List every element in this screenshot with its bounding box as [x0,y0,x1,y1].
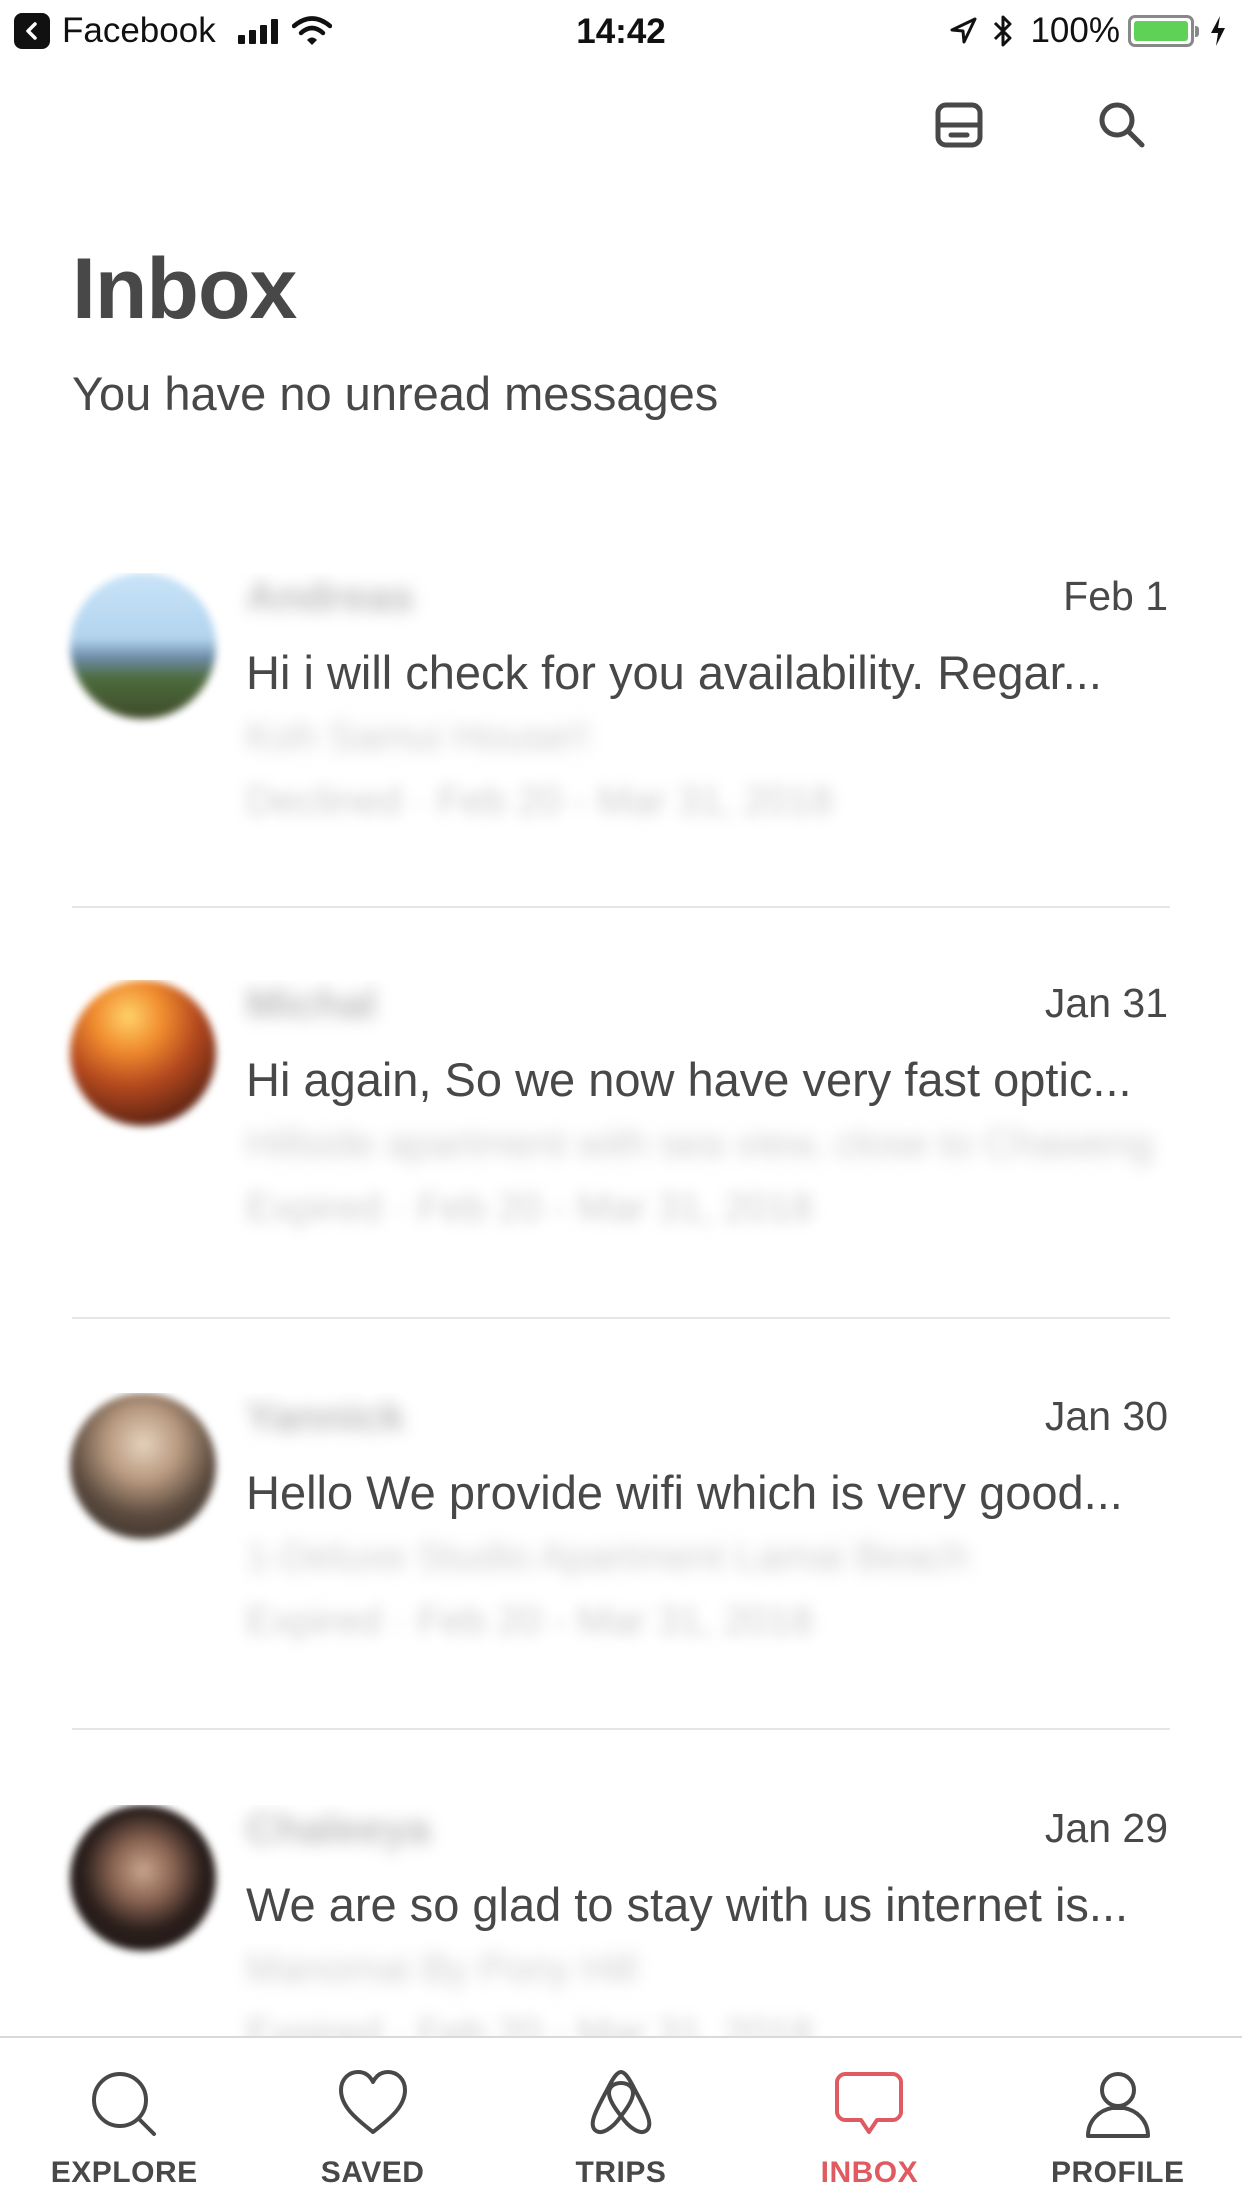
tab-trips[interactable]: TRIPS [497,2038,745,2208]
person-icon [1085,2072,1150,2138]
message-preview: Hi again, So we now have very fast optic… [246,1053,1132,1106]
tab-bar: EXPLORE SAVED TRIPS INBOX PROFILE [0,2036,1242,2208]
avatar [70,1393,216,1539]
message-thread[interactable]: Chaleeya Jan 29 We are so glad to stay w… [0,1805,1242,2036]
charging-bolt-icon [1211,16,1225,46]
message-thread[interactable]: Yannick Jan 30 Hello We provide wifi whi… [0,1393,1242,1803]
reservation-status: Expired · Feb 20 - Mar 31, 2018 [246,1599,813,1643]
battery-percentage: 100% [1030,11,1120,50]
chat-bubble-icon [835,2072,904,2134]
sender-name: Michal [246,980,377,1027]
heart-icon [338,2070,407,2134]
message-date: Jan 31 [1044,980,1168,1026]
divider [72,906,1170,908]
search-icon [92,2072,157,2136]
listing-name: 1-Deluxe Studio Apartment Lamai Beach [246,1535,969,1579]
tab-label: SAVED [320,2156,425,2189]
message-date: Jan 30 [1044,1393,1168,1439]
page-subtitle: You have no unread messages [72,367,719,420]
status-bar-right: 100% [948,10,1228,52]
message-date: Feb 1 [1063,573,1168,619]
airbnb-logo-icon [590,2070,652,2135]
listing-name: Manomai By Pony Hill [246,1947,638,1991]
tab-label: PROFILE [1051,2156,1185,2189]
message-preview: Hi i will check for you availability. Re… [246,646,1102,699]
message-thread[interactable]: Michal Jan 31 Hi again, So we now have v… [0,980,1242,1390]
battery-icon [1128,15,1199,47]
message-thread[interactable]: Andreas Feb 1 Hi i will check for you av… [0,573,1242,983]
archive-button[interactable] [930,95,990,155]
sender-name: Chaleeya [246,1805,431,1852]
location-arrow-icon [950,17,977,44]
search-icon [1099,102,1145,148]
reservation-status: Expired · Feb 20 - Mar 31, 2018 [246,1186,813,1230]
avatar [70,980,216,1126]
listing-name: Koh Samui House!! [246,715,591,759]
tab-inbox[interactable]: INBOX [745,2038,993,2208]
tab-label: EXPLORE [50,2156,198,2189]
message-preview: Hello We provide wifi which is very good… [246,1466,1123,1519]
status-bar: Facebook 14:42 100% [0,0,1242,62]
search-button[interactable] [1092,95,1152,155]
tab-label: INBOX [820,2156,919,2189]
tab-explore[interactable]: EXPLORE [0,2038,248,2208]
message-date: Jan 29 [1044,1805,1168,1851]
tab-profile[interactable]: PROFILE [994,2038,1242,2208]
tab-saved[interactable]: SAVED [248,2038,496,2208]
divider [72,1728,1170,1730]
divider [72,1317,1170,1319]
reservation-status: Declined · Feb 20 - Mar 31, 2018 [246,779,833,823]
listing-name: Hillside apartment with sea view, close … [246,1122,1154,1166]
avatar [70,1805,216,1951]
sender-name: Yannick [246,1393,405,1440]
sender-name: Andreas [246,573,415,620]
message-preview: We are so glad to stay with us internet … [246,1878,1129,1931]
bluetooth-icon [994,15,1012,47]
page-title: Inbox [72,241,297,337]
tab-label: TRIPS [575,2156,667,2189]
avatar [70,573,216,719]
archive-icon [935,102,983,148]
reservation-status: Expired · Feb 20 - Mar 31, 2018 [246,2011,813,2036]
